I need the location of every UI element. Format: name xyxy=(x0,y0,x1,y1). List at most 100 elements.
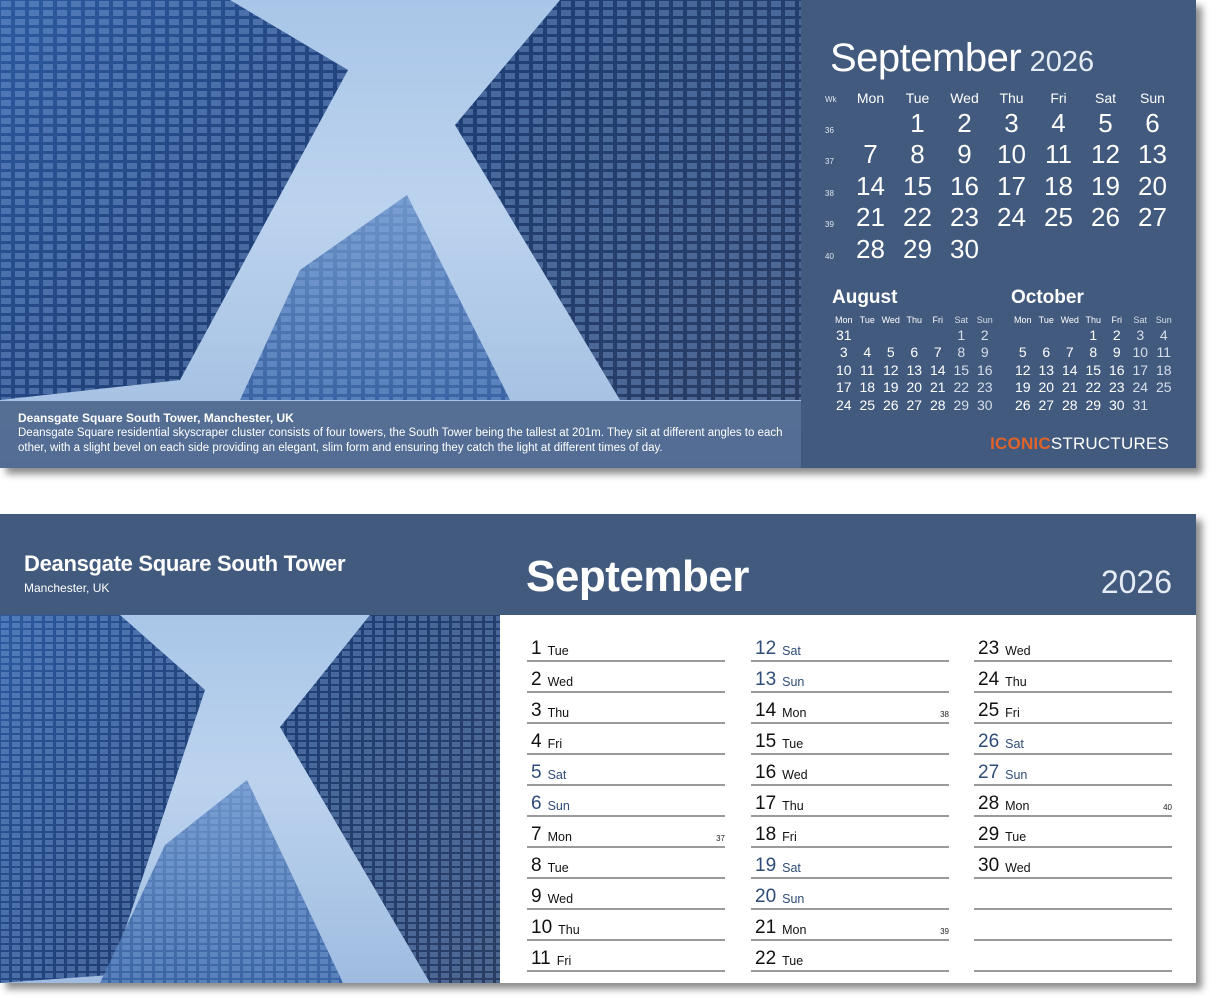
day-row[interactable]: 4 Fri xyxy=(527,724,725,755)
day-row[interactable] xyxy=(974,941,1172,972)
weekday: Wed xyxy=(950,90,979,106)
date-cell: 9 xyxy=(1112,344,1121,361)
day-column: 23 Wed 24 Thu 25 Fri 26 Sat 27 Sun 28 Mon 40 29 Tue 30 W… xyxy=(974,631,1172,972)
day-row[interactable]: 23 Wed xyxy=(974,631,1172,662)
day-number: 9 xyxy=(531,886,542,907)
day-row[interactable] xyxy=(974,910,1172,941)
day-row[interactable]: 5 Sat xyxy=(527,755,725,786)
date-cell: 4 xyxy=(1159,326,1168,343)
date-cell: 13 xyxy=(1138,139,1167,169)
day-row[interactable]: 15 Tue xyxy=(751,724,949,755)
day-row[interactable]: 6 Sun xyxy=(527,786,725,817)
day-row[interactable]: 12 Sat xyxy=(751,631,949,662)
week-row: 39 21 22 23 24 25 26 27 xyxy=(825,201,1176,232)
date-cell: 24 xyxy=(1132,379,1149,396)
day-number: 14 xyxy=(755,700,777,721)
week-number: 36 xyxy=(825,125,834,135)
day-row[interactable]: 13 Sun xyxy=(751,662,949,693)
date-cell: 22 xyxy=(953,379,970,396)
day-number: 1 xyxy=(531,638,542,659)
date-cell: 30 xyxy=(1108,396,1125,413)
day-row[interactable]: 9 Wed xyxy=(527,879,725,910)
day-number: 2 xyxy=(531,669,542,690)
date-cell: 1 xyxy=(957,326,966,343)
month-name: September xyxy=(830,36,1022,80)
day-number: 21 xyxy=(755,917,777,938)
date-cell: 16 xyxy=(976,361,993,378)
date-cell: 21 xyxy=(929,379,946,396)
date-cell: 27 xyxy=(906,396,923,413)
date-cell: 26 xyxy=(882,396,899,413)
weekday: Mon xyxy=(834,314,853,325)
day-number: 11 xyxy=(531,948,551,969)
caption-title: Deansgate Square South Tower, Manchester… xyxy=(18,411,294,425)
week-row: 26 27 28 29 30 31 xyxy=(1011,396,1181,414)
weekday: Fri xyxy=(1050,90,1067,106)
day-row[interactable]: 18 Fri xyxy=(751,817,949,848)
day-row[interactable]: 29 Tue xyxy=(974,817,1172,848)
day-number: 15 xyxy=(755,731,777,752)
day-column: 12 Sat 13 Sun 14 Mon 38 15 Tue 16 Wed 17 Thu 18 Fri 19 S… xyxy=(751,631,949,972)
day-row[interactable]: 27 Sun xyxy=(974,755,1172,786)
day-row[interactable]: 10 Thu xyxy=(527,910,725,941)
day-row[interactable]: 17 Thu xyxy=(751,786,949,817)
date-cell: 28 xyxy=(856,233,885,264)
date-cell: 12 xyxy=(1091,139,1120,169)
day-name: Mon xyxy=(782,706,807,720)
day-row[interactable]: 30 Wed xyxy=(974,848,1172,879)
date-cell: 15 xyxy=(1085,361,1102,378)
week-row: 3456789 xyxy=(832,344,1002,362)
day-row[interactable]: 28 Mon 40 xyxy=(974,786,1172,817)
day-row[interactable]: 16 Wed xyxy=(751,755,949,786)
day-number: 17 xyxy=(755,793,777,814)
day-row[interactable]: 19 Sat xyxy=(751,848,949,879)
day-number: 8 xyxy=(531,855,542,876)
towers-illustration xyxy=(0,615,500,983)
day-row[interactable]: 3 Thu xyxy=(527,693,725,724)
day-name: Sun xyxy=(782,892,805,906)
brand-logo: ICONICSTRUCTURES xyxy=(990,434,1169,454)
day-number: 29 xyxy=(978,824,1000,845)
day-row[interactable]: 25 Fri xyxy=(974,693,1172,724)
day-row[interactable]: 11 Fri xyxy=(527,941,725,972)
day-row[interactable]: 24 Thu xyxy=(974,662,1172,693)
date-cell: 4 xyxy=(1051,107,1066,138)
day-row[interactable]: 21 Mon 39 xyxy=(751,910,949,941)
date-cell: 5 xyxy=(1018,344,1027,361)
day-row[interactable]: 22 Tue xyxy=(751,941,949,972)
date-cell: 26 xyxy=(1014,396,1031,413)
day-name: Fri xyxy=(782,830,797,844)
week-number: 39 xyxy=(940,927,949,936)
date-cell: 18 xyxy=(1155,361,1172,378)
skyscrapers-photo xyxy=(0,615,500,983)
weekday-header: Mon Tue Wed Thu Fri Sat Sun xyxy=(1011,313,1181,326)
date-cell: 6 xyxy=(1145,107,1160,138)
day-number: 5 xyxy=(531,762,542,783)
day-column: 1 Tue 2 Wed 3 Thu 4 Fri 5 Sat 6 Sun 7 Mon 37 8 Tue 9 Wed 10… xyxy=(527,631,725,972)
week-number: 38 xyxy=(825,188,834,198)
day-row[interactable] xyxy=(974,879,1172,910)
week-row: 5 6 7 8 9 10 11 xyxy=(1011,344,1181,362)
weekday: Mon xyxy=(1013,314,1032,325)
date-cell: 12 xyxy=(882,361,899,378)
planner-year: 2026 xyxy=(1100,564,1172,600)
day-row[interactable]: 2 Wed xyxy=(527,662,725,693)
date-cell: 29 xyxy=(1085,396,1102,413)
date-cell: 14 xyxy=(1061,361,1078,378)
date-cell: 27 xyxy=(1038,396,1055,413)
day-row[interactable]: 26 Sat xyxy=(974,724,1172,755)
day-name: Sat xyxy=(1005,737,1024,751)
day-row[interactable]: 14 Mon 38 xyxy=(751,693,949,724)
date-cell: 21 xyxy=(1061,379,1078,396)
weekday: Fri xyxy=(932,314,944,325)
weekday-header: Wk Mon Tue Wed Thu Fri Sat Sun xyxy=(825,86,1176,106)
day-name: Tue xyxy=(1005,830,1027,844)
date-cell: 3 xyxy=(1136,326,1145,343)
day-row[interactable]: 20 Sun xyxy=(751,879,949,910)
day-row[interactable]: 8 Tue xyxy=(527,848,725,879)
day-row[interactable]: 7 Mon 37 xyxy=(527,817,725,848)
planner-month: September xyxy=(526,552,749,601)
date-cell: 9 xyxy=(957,139,972,169)
day-row[interactable]: 1 Tue xyxy=(527,631,725,662)
date-cell: 16 xyxy=(950,170,979,201)
